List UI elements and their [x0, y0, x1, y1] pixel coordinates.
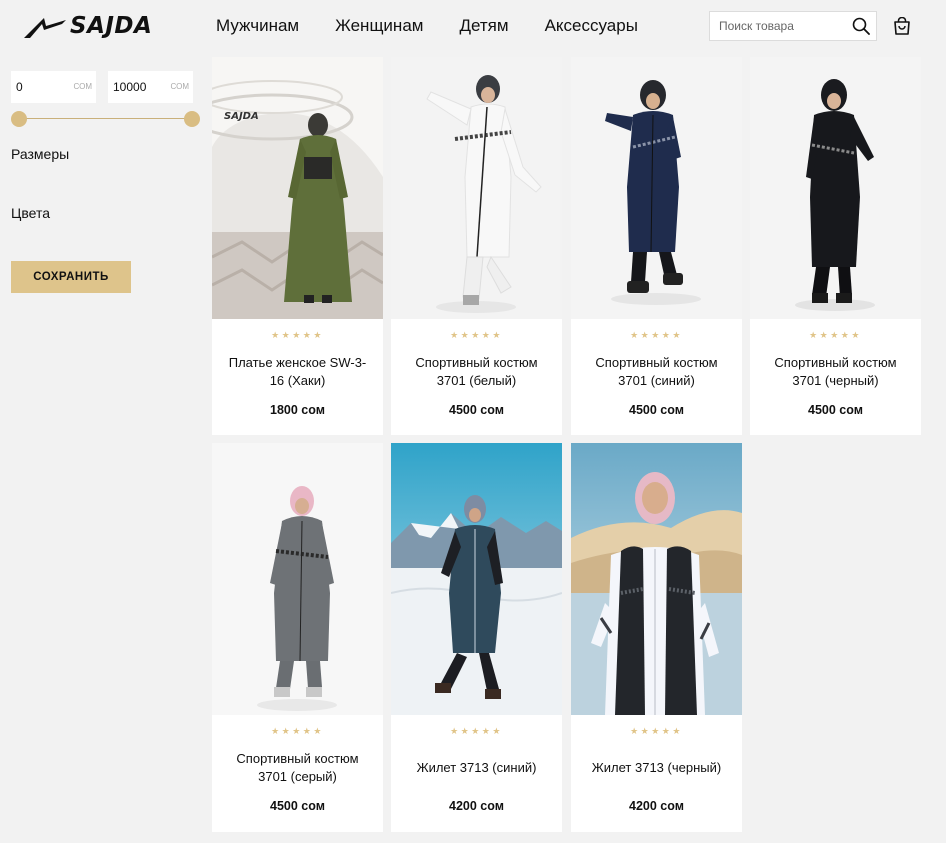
save-button[interactable]: СОХРАНИТЬ: [11, 261, 131, 293]
product-price: 1800 сом: [270, 403, 325, 417]
product-image[interactable]: [391, 443, 562, 715]
rating-stars: ★★★★★: [271, 330, 324, 340]
price-slider-max-handle[interactable]: [184, 111, 200, 127]
nav-item-women[interactable]: Женщинам: [335, 16, 423, 36]
product-price: 4200 сом: [629, 799, 684, 813]
product-name[interactable]: Платье женское SW-3-16 (Хаки): [222, 354, 373, 390]
search-box: [709, 11, 877, 41]
product-image[interactable]: [212, 443, 383, 715]
rating-stars: ★★★★★: [809, 330, 862, 340]
product-card[interactable]: ★★★★★ Спортивный костюм 3701 (серый) 450…: [212, 443, 383, 832]
product-price: 4500 сом: [808, 403, 863, 417]
svg-text:SAJDA: SAJDA: [224, 111, 259, 122]
rating-stars: ★★★★★: [630, 726, 683, 736]
rating-stars: ★★★★★: [271, 726, 324, 736]
search-icon[interactable]: [852, 17, 870, 35]
product-card[interactable]: ★★★★★ Спортивный костюм 3701 (синий) 450…: [571, 57, 742, 435]
product-image[interactable]: [391, 57, 562, 319]
product-price: 4500 сом: [270, 799, 325, 813]
price-slider-min-handle[interactable]: [11, 111, 27, 127]
product-price: 4500 сом: [449, 403, 504, 417]
price-min-currency: сом: [73, 82, 93, 91]
nav-item-accessories[interactable]: Аксессуары: [545, 16, 638, 36]
colors-filter[interactable]: Цвета: [11, 205, 50, 221]
nav-item-men[interactable]: Мужчинам: [216, 16, 299, 36]
price-slider-track[interactable]: [19, 118, 191, 119]
product-card[interactable]: ★★★★★ Спортивный костюм 3701 (белый) 450…: [391, 57, 562, 435]
product-card[interactable]: ★★★★★ Спортивный костюм 3701 (черный) 45…: [750, 57, 921, 435]
cart-icon[interactable]: [892, 17, 912, 36]
brand-name: SAJDA: [70, 13, 153, 39]
logo-mark-icon: [24, 18, 66, 38]
product-name[interactable]: Жилет 3713 (синий): [401, 750, 552, 786]
product-name[interactable]: Спортивный костюм 3701 (черный): [760, 354, 911, 390]
nav-item-kids[interactable]: Детям: [459, 16, 508, 36]
product-image[interactable]: SAJDA: [212, 57, 383, 319]
rating-stars: ★★★★★: [450, 330, 503, 340]
price-min-input[interactable]: [11, 71, 66, 103]
product-card[interactable]: ★★★★★ Жилет 3713 (синий) 4200 сом: [391, 443, 562, 832]
product-card[interactable]: ★★★★★ Жилет 3713 (черный) 4200 сом: [571, 443, 742, 832]
product-name[interactable]: Жилет 3713 (черный): [581, 750, 732, 786]
brand-logo[interactable]: SAJDA: [22, 12, 152, 40]
product-image[interactable]: [750, 57, 921, 319]
product-name[interactable]: Спортивный костюм 3701 (синий): [581, 354, 732, 390]
price-min-field: сом: [11, 71, 96, 103]
rating-stars: ★★★★★: [450, 726, 503, 736]
product-name[interactable]: Спортивный костюм 3701 (белый): [401, 354, 552, 390]
product-price: 4500 сом: [629, 403, 684, 417]
product-price: 4200 сом: [449, 799, 504, 813]
product-image[interactable]: [571, 57, 742, 319]
product-card[interactable]: SAJDA ★★★★★ Платье женское SW-3-16 (Хаки…: [212, 57, 383, 435]
price-max-input[interactable]: [108, 71, 163, 103]
price-max-field: сом: [108, 71, 193, 103]
sizes-filter[interactable]: Размеры: [11, 146, 69, 162]
product-name[interactable]: Спортивный костюм 3701 (серый): [222, 750, 373, 786]
search-input[interactable]: [710, 12, 840, 40]
rating-stars: ★★★★★: [630, 330, 683, 340]
site-header: SAJDA Мужчинам Женщинам Детям Аксессуары: [0, 0, 946, 56]
product-image[interactable]: [571, 443, 742, 715]
price-max-currency: сом: [170, 82, 190, 91]
main-nav: Мужчинам Женщинам Детям Аксессуары: [216, 16, 674, 36]
